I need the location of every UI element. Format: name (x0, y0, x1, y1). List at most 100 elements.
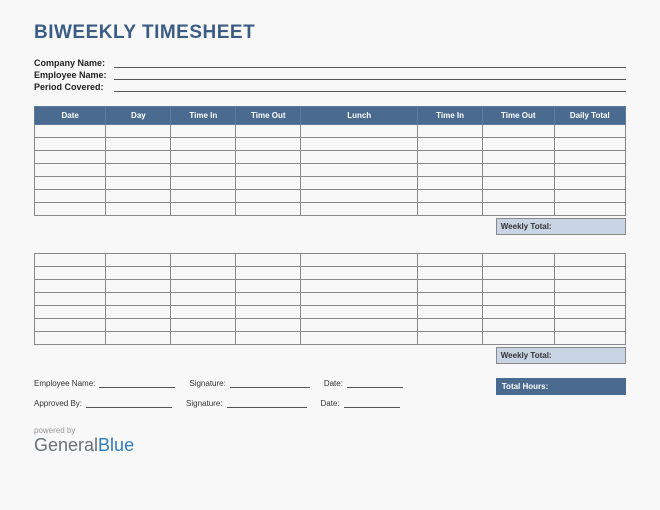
timesheet-cell[interactable] (171, 293, 236, 306)
timesheet-cell[interactable] (483, 332, 554, 345)
timesheet-cell[interactable] (301, 280, 418, 293)
timesheet-cell[interactable] (236, 125, 301, 138)
timesheet-cell[interactable] (106, 190, 171, 203)
timesheet-cell[interactable] (418, 138, 483, 151)
timesheet-cell[interactable] (554, 138, 626, 151)
timesheet-cell[interactable] (554, 267, 626, 280)
timesheet-cell[interactable] (35, 332, 106, 345)
timesheet-cell[interactable] (236, 319, 301, 332)
timesheet-cell[interactable] (483, 306, 554, 319)
timesheet-cell[interactable] (236, 280, 301, 293)
timesheet-cell[interactable] (236, 306, 301, 319)
timesheet-cell[interactable] (483, 190, 554, 203)
timesheet-cell[interactable] (35, 306, 106, 319)
timesheet-cell[interactable] (301, 164, 418, 177)
timesheet-cell[interactable] (301, 319, 418, 332)
timesheet-cell[interactable] (483, 280, 554, 293)
timesheet-cell[interactable] (171, 125, 236, 138)
timesheet-cell[interactable] (106, 164, 171, 177)
timesheet-cell[interactable] (35, 319, 106, 332)
timesheet-cell[interactable] (554, 190, 626, 203)
timesheet-cell[interactable] (236, 332, 301, 345)
timesheet-cell[interactable] (554, 164, 626, 177)
timesheet-cell[interactable] (418, 190, 483, 203)
timesheet-cell[interactable] (418, 280, 483, 293)
period-covered-input-line[interactable] (114, 82, 626, 92)
timesheet-cell[interactable] (301, 151, 418, 164)
timesheet-cell[interactable] (106, 293, 171, 306)
timesheet-cell[interactable] (35, 203, 106, 216)
timesheet-cell[interactable] (35, 177, 106, 190)
timesheet-cell[interactable] (35, 190, 106, 203)
timesheet-cell[interactable] (171, 190, 236, 203)
timesheet-cell[interactable] (35, 254, 106, 267)
timesheet-cell[interactable] (483, 164, 554, 177)
timesheet-cell[interactable] (418, 254, 483, 267)
timesheet-cell[interactable] (483, 125, 554, 138)
timesheet-cell[interactable] (554, 151, 626, 164)
timesheet-cell[interactable] (483, 151, 554, 164)
timesheet-cell[interactable] (236, 267, 301, 280)
sig-approver-date-line[interactable] (344, 398, 400, 408)
timesheet-cell[interactable] (106, 203, 171, 216)
timesheet-cell[interactable] (418, 332, 483, 345)
timesheet-cell[interactable] (418, 125, 483, 138)
sig-employee-date-line[interactable] (347, 378, 403, 388)
timesheet-cell[interactable] (106, 177, 171, 190)
timesheet-cell[interactable] (35, 125, 106, 138)
timesheet-cell[interactable] (554, 306, 626, 319)
timesheet-cell[interactable] (35, 151, 106, 164)
timesheet-cell[interactable] (171, 164, 236, 177)
timesheet-cell[interactable] (171, 177, 236, 190)
timesheet-cell[interactable] (483, 319, 554, 332)
timesheet-cell[interactable] (106, 280, 171, 293)
timesheet-cell[interactable] (301, 190, 418, 203)
timesheet-cell[interactable] (483, 254, 554, 267)
timesheet-cell[interactable] (171, 306, 236, 319)
timesheet-cell[interactable] (236, 164, 301, 177)
timesheet-cell[interactable] (106, 151, 171, 164)
timesheet-cell[interactable] (301, 332, 418, 345)
timesheet-cell[interactable] (171, 280, 236, 293)
timesheet-cell[interactable] (418, 319, 483, 332)
timesheet-cell[interactable] (171, 332, 236, 345)
timesheet-cell[interactable] (483, 203, 554, 216)
timesheet-cell[interactable] (418, 293, 483, 306)
timesheet-cell[interactable] (483, 293, 554, 306)
sig-employee-name-line[interactable] (99, 378, 175, 388)
timesheet-cell[interactable] (171, 203, 236, 216)
timesheet-cell[interactable] (106, 138, 171, 151)
sig-approver-signature-line[interactable] (227, 398, 307, 408)
timesheet-cell[interactable] (554, 319, 626, 332)
employee-name-input-line[interactable] (114, 70, 626, 80)
timesheet-cell[interactable] (35, 280, 106, 293)
timesheet-cell[interactable] (301, 203, 418, 216)
timesheet-cell[interactable] (35, 267, 106, 280)
timesheet-cell[interactable] (106, 306, 171, 319)
timesheet-cell[interactable] (418, 267, 483, 280)
timesheet-cell[interactable] (554, 280, 626, 293)
timesheet-cell[interactable] (171, 319, 236, 332)
timesheet-cell[interactable] (236, 151, 301, 164)
timesheet-cell[interactable] (171, 151, 236, 164)
timesheet-cell[interactable] (106, 319, 171, 332)
timesheet-cell[interactable] (35, 138, 106, 151)
timesheet-cell[interactable] (483, 267, 554, 280)
timesheet-cell[interactable] (35, 293, 106, 306)
timesheet-cell[interactable] (171, 267, 236, 280)
timesheet-cell[interactable] (554, 332, 626, 345)
sig-approved-by-line[interactable] (86, 398, 172, 408)
timesheet-cell[interactable] (301, 306, 418, 319)
timesheet-cell[interactable] (236, 177, 301, 190)
timesheet-cell[interactable] (418, 306, 483, 319)
timesheet-cell[interactable] (301, 267, 418, 280)
timesheet-cell[interactable] (236, 190, 301, 203)
timesheet-cell[interactable] (554, 203, 626, 216)
timesheet-cell[interactable] (106, 267, 171, 280)
timesheet-cell[interactable] (554, 293, 626, 306)
timesheet-cell[interactable] (301, 138, 418, 151)
timesheet-cell[interactable] (301, 177, 418, 190)
timesheet-cell[interactable] (301, 254, 418, 267)
sig-employee-signature-line[interactable] (230, 378, 310, 388)
timesheet-cell[interactable] (171, 138, 236, 151)
